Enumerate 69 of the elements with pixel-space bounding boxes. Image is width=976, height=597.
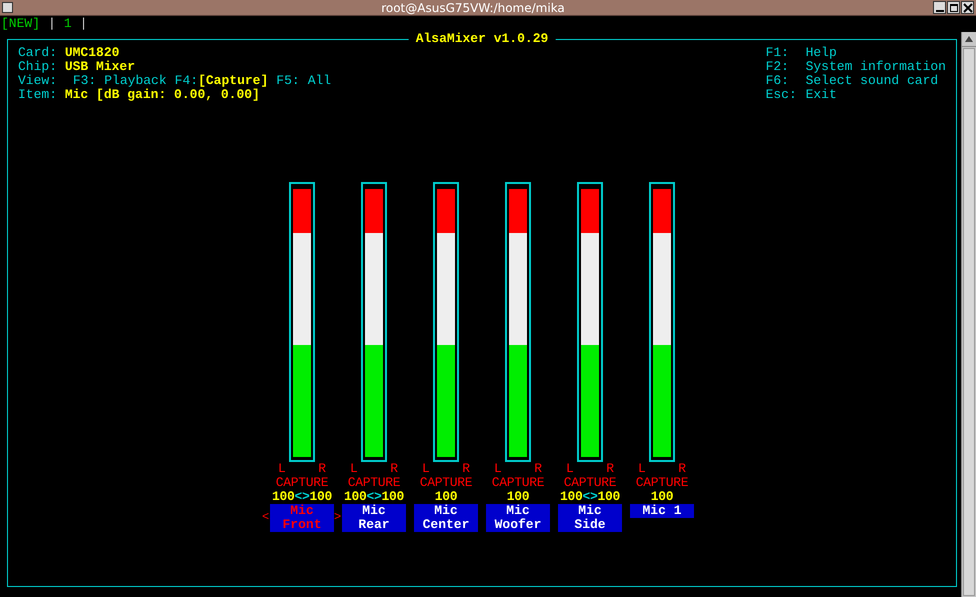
info-value: UMC1820 <box>64 45 120 60</box>
capture-label: CAPTURE <box>564 476 616 490</box>
capture-label: CAPTURE <box>420 476 472 490</box>
channel-right-label: R <box>678 462 686 476</box>
stereo-link-icon: <> <box>366 489 382 504</box>
window-tab[interactable]: 1 <box>64 16 72 31</box>
channel-left-label: L <box>278 462 286 476</box>
volume-value: 100 <box>344 489 366 504</box>
volume-value: 100 <box>598 489 620 504</box>
shortcut-key: F6: <box>766 74 806 88</box>
channel-right-label: R <box>390 462 398 476</box>
close-icon[interactable] <box>961 1 974 14</box>
channel-left-label: L <box>566 462 574 476</box>
scrollbar[interactable] <box>961 32 976 597</box>
channel-left-label: L <box>422 462 430 476</box>
shortcut-label: Select sound card <box>806 73 938 88</box>
shortcut-key: F2: <box>766 60 806 74</box>
capture-label: CAPTURE <box>636 476 688 490</box>
volume-value: 100 <box>434 489 458 504</box>
view-key: F4: <box>174 73 198 88</box>
volume-value: 100 <box>272 489 294 504</box>
view-option[interactable]: [Capture] <box>198 73 268 88</box>
capture-label: CAPTURE <box>492 476 544 490</box>
window-menu-icon[interactable] <box>2 2 13 13</box>
volume-value: 100 <box>506 489 530 504</box>
stereo-link-icon: <> <box>582 489 598 504</box>
capture-label: CAPTURE <box>276 476 328 490</box>
channel-name[interactable]: Mic Rear <box>342 504 406 532</box>
channel-name[interactable]: Mic Center <box>414 504 478 532</box>
channel-left-label: L <box>350 462 358 476</box>
view-option[interactable]: Playback <box>104 73 167 88</box>
previous-arrow: < <box>262 510 270 524</box>
channel-right-label: R <box>462 462 470 476</box>
shortcut-key: Esc: <box>766 88 806 102</box>
maximize-icon[interactable] <box>947 1 960 14</box>
channel-name[interactable]: Mic Side <box>558 504 622 532</box>
shortcut-label: System information <box>806 59 946 74</box>
shortcut-label: Exit <box>806 87 837 102</box>
minimize-icon[interactable] <box>933 1 946 14</box>
channel-left-label: L <box>638 462 646 476</box>
info-value: Mic [dB gain: 0.00, 0.00] <box>64 87 260 102</box>
shortcut-key: F1: <box>766 46 806 60</box>
channel-name[interactable]: Mic 1 <box>630 504 694 518</box>
info-label: Card: <box>18 45 58 60</box>
channel-right-label: R <box>534 462 542 476</box>
scrollbar-thumb[interactable] <box>963 48 975 596</box>
channel-right-label: R <box>318 462 326 476</box>
volume-value: 100 <box>560 489 582 504</box>
window-tab[interactable]: [NEW] <box>1 16 40 31</box>
view-key: F3: <box>72 73 96 88</box>
channel-right-label: R <box>606 462 614 476</box>
tab-separator: | <box>48 16 56 31</box>
channel-left-label: L <box>494 462 502 476</box>
next-arrow: > <box>334 510 342 524</box>
volume-value: 100 <box>310 489 332 504</box>
volume-value: 100 <box>650 489 674 504</box>
volume-value: 100 <box>382 489 404 504</box>
info-label: Item: <box>18 87 58 102</box>
info-label: View: <box>18 73 58 88</box>
stereo-link-icon: <> <box>294 489 310 504</box>
info-value: USB Mixer <box>64 59 136 74</box>
view-option[interactable]: All <box>308 73 332 88</box>
shortcut-label: Help <box>806 45 837 60</box>
info-label: Chip: <box>18 59 58 74</box>
capture-label: CAPTURE <box>348 476 400 490</box>
view-key: F5: <box>276 73 300 88</box>
channel-name[interactable]: Mic Woofer <box>486 504 550 532</box>
window-title: root@AsusG75VW:/home/mika <box>380 0 566 14</box>
tab-separator: | <box>80 16 88 31</box>
